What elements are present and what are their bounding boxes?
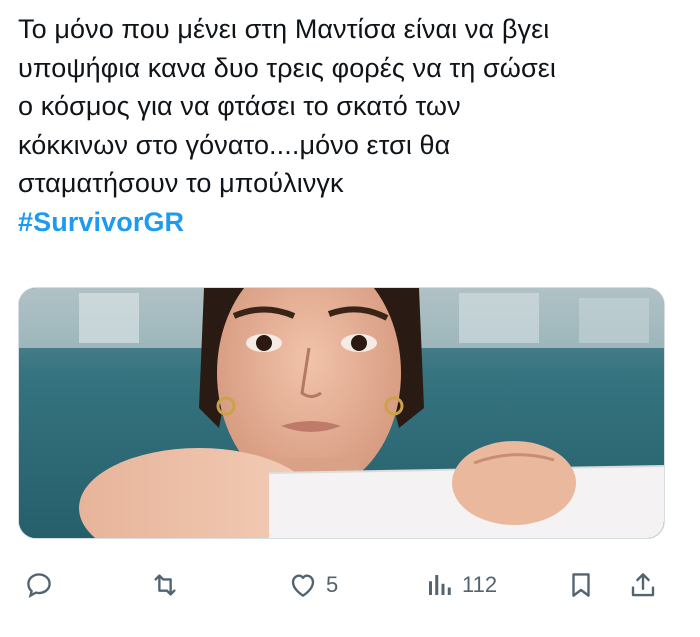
tweet-line: υποψήφια κανα δυο τρεις φορές να τη σώσε… (18, 52, 556, 83)
tweet-text: Το μόνο που μένει στη Μαντίσα είναι να β… (18, 10, 683, 241)
share-icon (631, 573, 655, 597)
tweet-actions: 5 112 (0, 560, 700, 610)
retweet-button[interactable] (150, 560, 180, 610)
reply-icon (27, 573, 51, 598)
tweet-line: κόκκινων στο γόνατο....μόνο ετσι θα (18, 129, 451, 160)
views-icon (429, 575, 451, 595)
hashtag-link[interactable]: #SurvivorGR (18, 203, 683, 242)
retweet-icon (154, 574, 176, 596)
share-button[interactable] (628, 560, 658, 610)
reply-button[interactable] (24, 560, 54, 610)
bookmark-icon (572, 573, 590, 597)
views-count: 112 (462, 572, 498, 597)
like-count: 5 (326, 572, 339, 597)
bookmark-button[interactable] (566, 560, 596, 610)
views-button[interactable]: 112 (424, 560, 497, 610)
like-button[interactable]: 5 (288, 560, 338, 610)
tweet-media-image[interactable] (18, 287, 665, 539)
media-photo (19, 288, 664, 538)
tweet-line: Το μόνο που μένει στη Μαντίσα είναι να β… (18, 14, 550, 44)
tweet-line: ο κόσμος για να φτάσει το σκατό των (18, 91, 461, 121)
tweet-line: σταματήσουν το μπούλινγκ (18, 168, 344, 198)
heart-icon (291, 574, 315, 597)
